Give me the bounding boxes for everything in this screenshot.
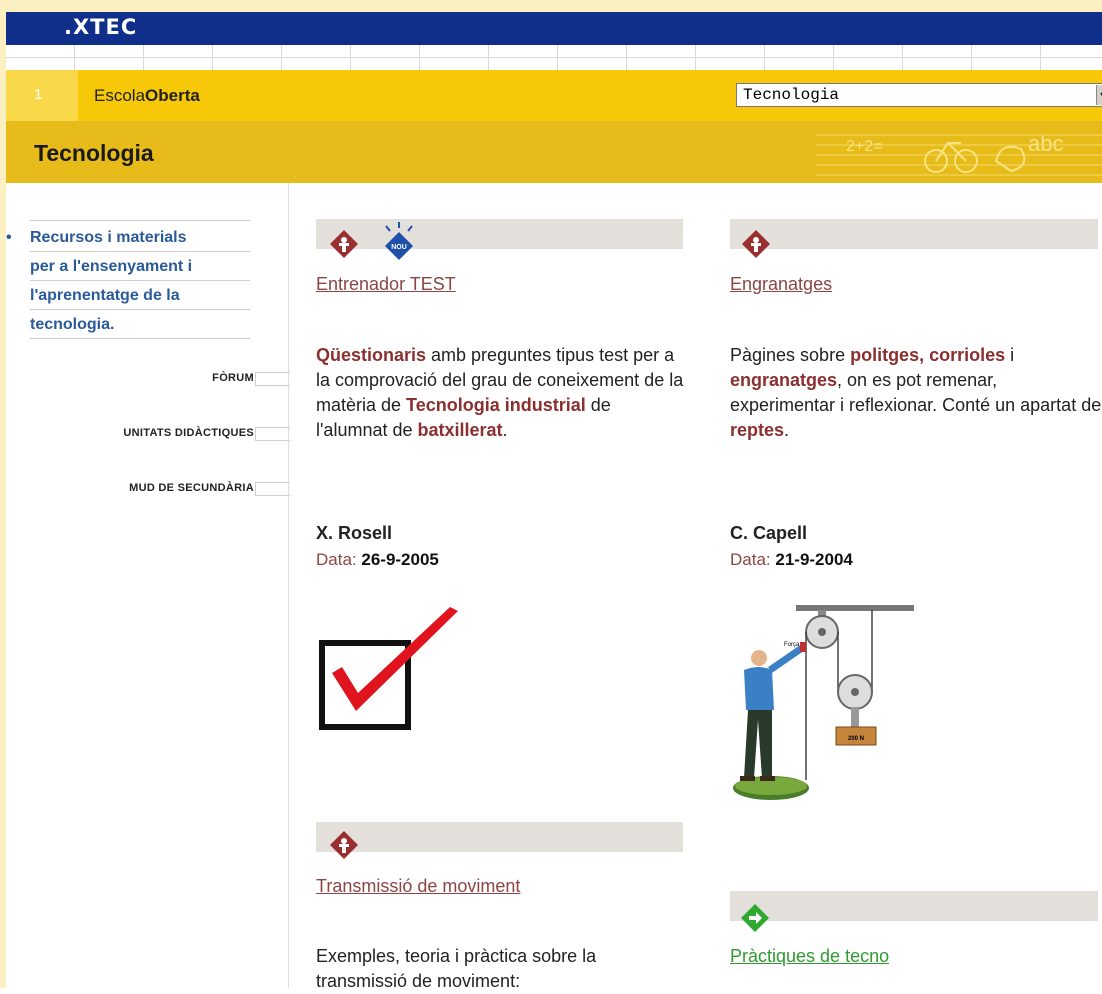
date-value: 26-9-2005 bbox=[361, 550, 439, 569]
chevron-down-icon[interactable]: ▼ bbox=[1096, 85, 1102, 105]
desc-highlight: reptes bbox=[730, 420, 785, 440]
nav-bar-decoration bbox=[255, 482, 290, 496]
column-divider bbox=[288, 183, 289, 988]
page-title: Tecnologia bbox=[34, 140, 154, 166]
sidebar-link-line: Recursos i materials bbox=[30, 223, 250, 252]
date-line: Data: 26-9-2005 bbox=[316, 550, 439, 570]
link-engranatges[interactable]: Engranatges bbox=[730, 274, 832, 295]
section-number: 1 bbox=[34, 86, 43, 103]
card-description: Exemples, teoria i pràctica sobre la tra… bbox=[316, 946, 597, 991]
card-description: Qüestionaris amb preguntes tipus test pe… bbox=[316, 343, 686, 443]
nav-mud-secundaria[interactable]: MUD DE SECUNDÀRIA bbox=[129, 482, 254, 494]
desc-text: i bbox=[1005, 345, 1015, 365]
decoration-illustration: 2+2= abc bbox=[816, 131, 1102, 176]
desc-highlight: politges bbox=[850, 345, 920, 365]
desc-highlight: Qüestionaris bbox=[316, 345, 427, 365]
author-name: C. Capell bbox=[730, 523, 808, 543]
escola-oberta-bar: 1 EscolaOberta Tecnologia ▼ bbox=[6, 70, 1102, 121]
card-header-bar bbox=[730, 219, 1098, 249]
sidebar-divider bbox=[30, 220, 250, 221]
sidebar-link-line: l'aprenentatge de la bbox=[30, 281, 250, 310]
desc-highlight: Tecnologia industrial bbox=[406, 395, 586, 415]
sidebar: • Recursos i materials per a l'ensenyame… bbox=[6, 183, 290, 988]
new-badge-icon: NOU bbox=[385, 222, 413, 260]
xtec-header: .XTEC bbox=[6, 12, 1102, 45]
date-line: Data: 21-9-2004 bbox=[730, 550, 853, 570]
desc-text: . bbox=[502, 420, 508, 440]
section-number-box: 1 bbox=[6, 70, 78, 121]
link-transmissio-moviment[interactable]: Transmissió de moviment bbox=[316, 876, 520, 897]
link-practiques-tecno[interactable]: Pràctiques de tecno bbox=[730, 946, 889, 967]
resource-diamond-icon bbox=[330, 230, 358, 258]
weight-label: 200 N bbox=[848, 736, 864, 742]
checkbox-check-illustration bbox=[319, 607, 458, 730]
sidebar-link-line: tecnologia. bbox=[30, 310, 250, 339]
nav-bar-decoration bbox=[255, 372, 290, 386]
date-value: 21-9-2004 bbox=[775, 550, 853, 569]
escola-label-b: Oberta bbox=[145, 86, 200, 105]
nav-bar-decoration bbox=[255, 427, 290, 441]
desc-text: . bbox=[784, 420, 790, 440]
new-badge-label: NOU bbox=[391, 244, 407, 251]
date-label: Data: bbox=[316, 550, 357, 569]
resource-diamond-icon bbox=[742, 230, 770, 258]
xtec-logo[interactable]: .XTEC bbox=[64, 15, 137, 39]
deco-math-text: 2+2= bbox=[846, 138, 882, 155]
bullet-icon: • bbox=[6, 229, 12, 246]
subject-select[interactable]: Tecnologia ▼ bbox=[736, 83, 1102, 107]
card-header-bar bbox=[316, 219, 683, 249]
desc-highlight: , bbox=[919, 345, 930, 365]
desc-highlight: corrioles bbox=[929, 345, 1006, 365]
nav-unitats-didactiques[interactable]: UNITATS DIDÀCTIQUES bbox=[123, 427, 254, 439]
author-name: X. Rosell bbox=[316, 523, 393, 543]
subject-select-value: Tecnologia bbox=[743, 86, 840, 104]
sidebar-link-line: per a l'ensenyament i bbox=[30, 252, 250, 281]
escola-oberta-link[interactable]: EscolaOberta bbox=[94, 86, 200, 106]
top-frame bbox=[0, 0, 1102, 12]
page-title-bar: Tecnologia 2+2= abc bbox=[6, 121, 1102, 183]
desc-text: Pàgines sobre bbox=[730, 345, 851, 365]
grid-decoration bbox=[6, 45, 1102, 70]
date-label: Data: bbox=[730, 550, 771, 569]
arrow-diamond-icon bbox=[741, 904, 769, 932]
deco-abc-text: abc bbox=[1028, 131, 1063, 156]
pulley-illustration: 200 N Força bbox=[733, 605, 914, 800]
desc-highlight: batxillerat bbox=[417, 420, 503, 440]
escola-label-a: Escola bbox=[94, 86, 146, 105]
desc-highlight: engranatges bbox=[730, 370, 838, 390]
card-header-bar bbox=[316, 822, 683, 852]
resource-diamond-icon bbox=[330, 831, 358, 859]
link-entrenador-test[interactable]: Entrenador TEST bbox=[316, 274, 456, 295]
nav-forum[interactable]: FÒRUM bbox=[212, 372, 254, 384]
card-header-bar bbox=[730, 891, 1098, 921]
card-description: Pàgines sobre politges, corrioles i engr… bbox=[730, 343, 1102, 443]
